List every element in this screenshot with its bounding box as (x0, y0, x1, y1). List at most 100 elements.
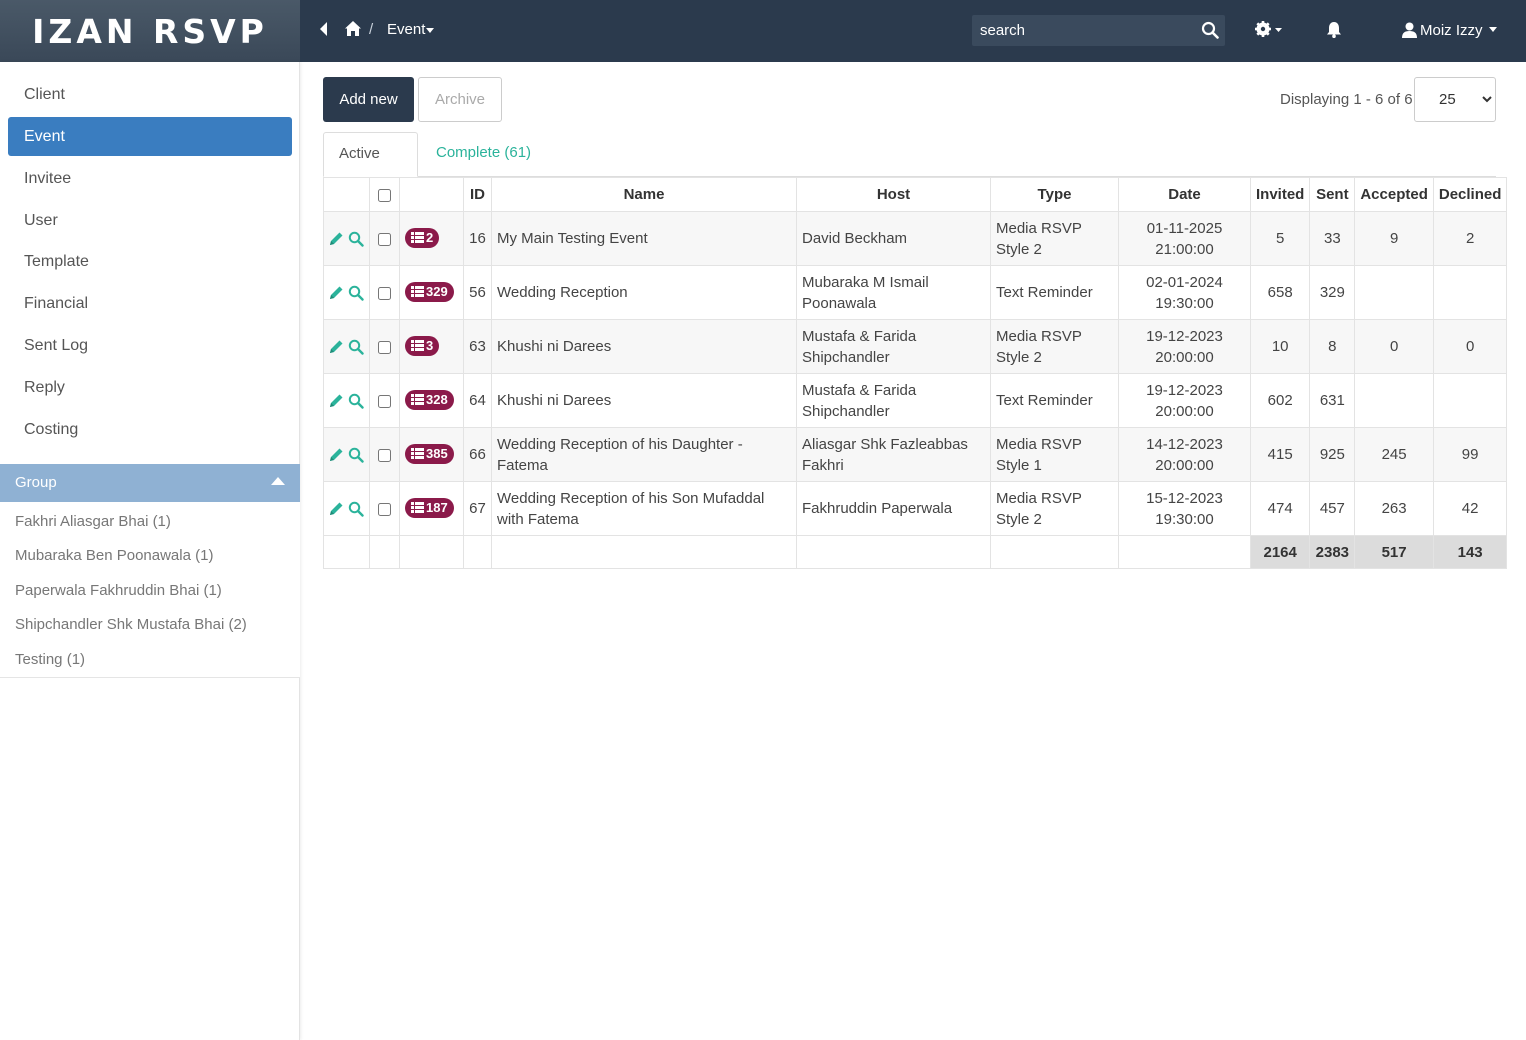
table-row[interactable]: 385 66 Wedding Reception of his Daughter… (323, 427, 1508, 482)
row-checkbox[interactable] (378, 394, 391, 408)
invitee-list-badge[interactable]: 385 (405, 443, 454, 464)
type-cell: Text Reminder (990, 265, 1119, 320)
edit-pencil-icon[interactable] (329, 285, 344, 300)
type-header[interactable]: Type (990, 177, 1119, 212)
sent-cell: 925 (1309, 427, 1356, 482)
invitee-list-badge[interactable]: 328 (405, 389, 454, 410)
sidebar-item-user[interactable]: User (8, 201, 292, 240)
empty-cell (463, 535, 492, 569)
group-item[interactable]: Shipchandler Shk Mustafa Bhai (2) (15, 616, 247, 633)
row-checkbox[interactable] (378, 232, 391, 246)
view-search-icon[interactable] (348, 501, 364, 517)
edit-pencil-icon[interactable] (329, 447, 344, 462)
badge-cell: 385 (399, 427, 464, 482)
name-header[interactable]: Name (491, 177, 797, 212)
add-new-button[interactable]: Add new (323, 77, 414, 122)
host-header[interactable]: Host (796, 177, 991, 212)
id-header[interactable]: ID (463, 177, 492, 212)
table-row[interactable]: 187 67 Wedding Reception of his Son Mufa… (323, 481, 1508, 536)
archive-button[interactable]: Archive (418, 77, 502, 122)
invitee-list-badge[interactable]: 3 (405, 335, 440, 356)
page-size-select[interactable]: 25 (1435, 78, 1495, 121)
invitee-list-badge[interactable]: 2 (405, 227, 440, 248)
actions-cell (323, 265, 370, 320)
total-declined: 143 (1432, 535, 1508, 569)
caret-down-icon[interactable] (426, 28, 434, 33)
tab-active[interactable]: Active (6) (323, 132, 418, 204)
tab-complete[interactable]: Complete (61) (421, 132, 546, 177)
breadcrumb-current[interactable]: Event (387, 21, 425, 38)
edit-pencil-icon[interactable] (329, 339, 344, 354)
sidebar-item-event[interactable]: Event (8, 117, 292, 156)
badge-count: 187 (426, 500, 448, 516)
sent-header[interactable]: Sent (1309, 177, 1356, 212)
table-row[interactable]: 2 16 My Main Testing Event David Beckham… (323, 211, 1508, 266)
view-search-icon[interactable] (348, 285, 364, 301)
date-header[interactable]: Date (1118, 177, 1251, 212)
host-cell: Aliasgar Shk Fazleabbas Fakhri (796, 427, 991, 482)
group-panel-header[interactable]: Group (0, 464, 300, 502)
table-row[interactable]: 329 56 Wedding Reception Mubaraka M Isma… (323, 265, 1508, 320)
invited-cell: 474 (1249, 481, 1311, 536)
group-item[interactable]: Testing (1) (15, 651, 85, 668)
group-item[interactable]: Mubaraka Ben Poonawala (1) (15, 547, 213, 564)
type-cell: Media RSVP Style 2 (990, 481, 1119, 536)
gear-icon[interactable] (1254, 19, 1284, 39)
group-item[interactable]: Fakhri Aliasgar Bhai (1) (15, 513, 171, 530)
sidebar-item-costing[interactable]: Costing (8, 410, 292, 449)
row-select-cell (369, 427, 400, 482)
table-row[interactable]: 328 64 Khushi ni Darees Mustafa & Farida… (323, 373, 1508, 428)
back-arrow-icon[interactable] (318, 21, 328, 37)
row-checkbox[interactable] (378, 286, 391, 300)
badge-header (399, 177, 464, 212)
edit-pencil-icon[interactable] (329, 501, 344, 516)
edit-pencil-icon[interactable] (329, 393, 344, 408)
edit-pencil-icon[interactable] (329, 231, 344, 246)
date-cell: 14-12-2023 20:00:00 (1118, 427, 1251, 482)
bell-icon[interactable] (1326, 21, 1342, 38)
declined-cell: 0 (1432, 319, 1508, 374)
sidebar-item-reply[interactable]: Reply (8, 368, 292, 407)
group-item[interactable]: Paperwala Fakhruddin Bhai (1) (15, 582, 222, 599)
sidebar-item-financial[interactable]: Financial (8, 284, 292, 323)
invitee-list-badge[interactable]: 187 (405, 497, 454, 518)
view-search-icon[interactable] (348, 447, 364, 463)
table-row[interactable]: 3 63 Khushi ni Darees Mustafa & Farida S… (323, 319, 1508, 374)
sent-cell: 329 (1309, 265, 1356, 320)
view-search-icon[interactable] (348, 393, 364, 409)
accepted-cell: 0 (1354, 319, 1434, 374)
caret-up-icon[interactable] (271, 477, 285, 485)
sidebar-item-invitee[interactable]: Invitee (8, 159, 292, 198)
date-cell: 01-11-2025 21:00:00 (1118, 211, 1251, 266)
declined-header[interactable]: Declined (1432, 177, 1508, 212)
row-checkbox[interactable] (378, 340, 391, 354)
empty-cell (990, 535, 1119, 569)
empty-cell (1118, 535, 1251, 569)
list-icon (411, 448, 424, 460)
view-search-icon[interactable] (348, 339, 364, 355)
invitee-list-badge[interactable]: 329 (405, 281, 454, 302)
badge-count: 2 (426, 230, 434, 246)
badge-count: 3 (426, 338, 434, 354)
search-icon[interactable] (1201, 21, 1219, 39)
sent-cell: 33 (1309, 211, 1356, 266)
sidebar-item-sent-log[interactable]: Sent Log (8, 326, 292, 365)
accepted-header[interactable]: Accepted (1354, 177, 1434, 212)
home-icon[interactable] (344, 20, 362, 37)
logo[interactable]: IZAN RSVP (0, 0, 300, 62)
row-checkbox[interactable] (378, 502, 391, 516)
invited-cell: 415 (1249, 427, 1311, 482)
row-checkbox[interactable] (378, 448, 391, 462)
view-search-icon[interactable] (348, 231, 364, 247)
user-menu[interactable]: Moiz Izzy (1402, 19, 1502, 41)
table-header-row: ID Name Host Type Date Invited Sent Acce… (323, 177, 1508, 212)
select-all-checkbox[interactable] (378, 188, 391, 202)
type-cell: Media RSVP Style 1 (990, 427, 1119, 482)
type-cell: Text Reminder (990, 373, 1119, 428)
sidebar-item-template[interactable]: Template (8, 242, 292, 281)
select-all-header (369, 177, 400, 212)
breadcrumb-separator: / (369, 21, 374, 38)
invited-header[interactable]: Invited (1249, 177, 1311, 212)
search-input[interactable] (980, 20, 1190, 41)
sidebar-item-client[interactable]: Client (8, 75, 292, 114)
